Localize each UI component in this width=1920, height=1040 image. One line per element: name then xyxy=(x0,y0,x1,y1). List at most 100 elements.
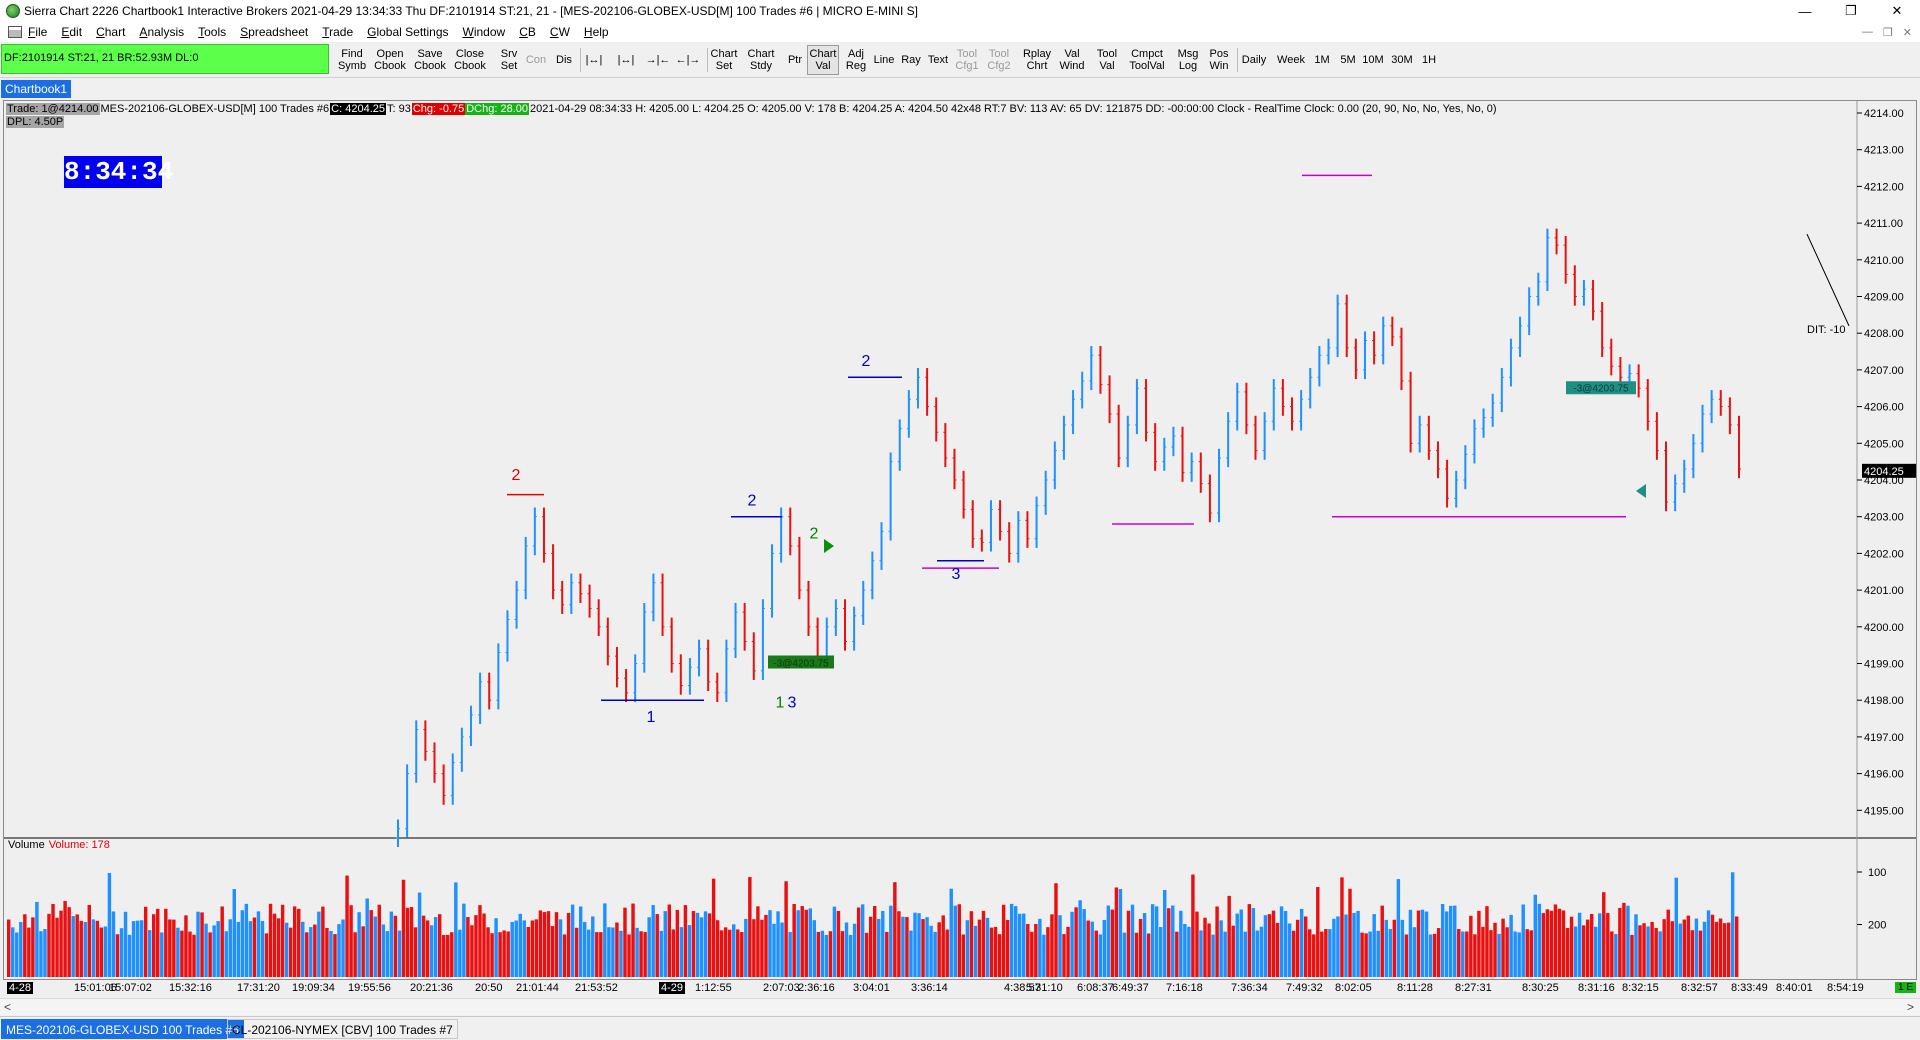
volume-bar xyxy=(941,915,945,977)
price-axis-label: 4196.00 xyxy=(1864,769,1904,781)
volume-bar xyxy=(1340,877,1344,977)
volume-bar xyxy=(232,889,236,977)
volume-bar xyxy=(23,914,27,977)
tool-config2-button[interactable]: Tool Cfg2 xyxy=(985,45,1013,75)
volume-bar xyxy=(828,931,833,977)
menu-cw[interactable]: CW xyxy=(550,25,570,39)
horizontal-scrollbar[interactable]: < > xyxy=(0,998,1920,1015)
close-button[interactable]: ✕ xyxy=(1874,0,1920,22)
volume-value: Volume: 178 xyxy=(48,839,110,851)
weekly-button[interactable]: Week xyxy=(1274,45,1308,75)
volume-bar xyxy=(369,910,373,977)
volume-bar xyxy=(421,915,426,977)
volume-bar xyxy=(868,916,873,977)
compact-tool-values-button[interactable]: Cmpct ToolVal xyxy=(1128,45,1166,75)
volume-bar xyxy=(264,933,269,977)
scale-in-button[interactable]: →|← xyxy=(644,45,672,75)
adjust-region-button[interactable]: Adj Reg xyxy=(843,45,869,75)
chart-tabs: MES-202106-GLOBEX-USD 100 Trades #6 CL-2… xyxy=(0,1016,1920,1040)
message-log-button[interactable]: Msg Log xyxy=(1173,45,1203,75)
disconnect-button[interactable]: Dis xyxy=(552,45,576,75)
5m-button[interactable]: 5M xyxy=(1336,45,1360,75)
pointer-tool-button[interactable]: Ptr xyxy=(785,45,805,75)
tab-mes-chart[interactable]: MES-202106-GLOBEX-USD 100 Trades #6 xyxy=(1,1019,244,1039)
scale-out-button[interactable]: ←|→ xyxy=(674,45,702,75)
menu-chart[interactable]: Chart xyxy=(96,25,125,39)
text-tool-button[interactable]: Text xyxy=(925,45,951,75)
chartbook-tab[interactable]: Chartbook1 xyxy=(1,80,72,98)
chart-settings-button[interactable]: Chart Set xyxy=(708,45,740,75)
menu-tools[interactable]: Tools xyxy=(198,25,226,39)
volume-bar xyxy=(446,934,450,977)
daily-button[interactable]: Daily xyxy=(1238,45,1270,75)
volume-bar xyxy=(15,932,19,977)
volume-bar xyxy=(131,921,136,977)
volume-bar xyxy=(582,921,587,977)
values-window-button[interactable]: Val Wind xyxy=(1057,45,1087,75)
time-axis-date-label: 4-28 xyxy=(7,982,34,994)
save-chartbook-button[interactable]: Save Cbook xyxy=(412,45,448,75)
zoom-extend-button[interactable]: |↔| xyxy=(612,45,640,75)
chart-region[interactable]: 4214.00 4213.00 4212.00 4211.00 4210.00 4209.… xyxy=(3,100,1917,980)
server-settings-button[interactable]: Srv Set xyxy=(496,45,522,75)
volume-bar xyxy=(1110,909,1115,977)
maximize-button[interactable]: ❐ xyxy=(1828,0,1874,22)
close-chartbook-button[interactable]: Close Cbook xyxy=(452,45,488,75)
menu-help[interactable]: Help xyxy=(584,25,609,39)
document-system-menu-icon[interactable] xyxy=(8,26,22,38)
ray-tool-button[interactable]: Ray xyxy=(899,45,923,75)
1m-button[interactable]: 1M xyxy=(1310,45,1334,75)
menu-trade[interactable]: Trade xyxy=(322,25,353,39)
tool-values-button[interactable]: Tool Val xyxy=(1092,45,1122,75)
volume-name: Volume xyxy=(8,839,45,851)
positions-window-button[interactable]: Pos Win xyxy=(1206,45,1232,75)
chart-values-tool-button[interactable]: Chart Val xyxy=(807,45,839,75)
volume-bar xyxy=(1428,934,1433,977)
volume-bar xyxy=(1348,888,1352,977)
volume-bar xyxy=(1602,892,1606,977)
replay-chart-button[interactable]: Rplay Chrt xyxy=(1021,45,1053,75)
chart-canvas[interactable]: 4214.00 4213.00 4212.00 4211.00 4210.00 4209.… xyxy=(4,101,1917,980)
child-minimize-button[interactable]: — xyxy=(1862,26,1873,38)
volume-bar xyxy=(401,879,406,977)
menu-spreadsheet[interactable]: Spreadsheet xyxy=(240,25,308,39)
connect-button[interactable]: Con xyxy=(523,45,549,75)
1h-button[interactable]: 1H xyxy=(1419,45,1439,75)
volume-bar xyxy=(39,931,43,977)
zoom-fit-button[interactable]: |↔| xyxy=(580,45,608,75)
10m-button[interactable]: 10M xyxy=(1360,45,1386,75)
volume-bar xyxy=(1521,904,1525,977)
menu-global-settings[interactable]: Global Settings xyxy=(367,25,448,39)
volume-bar xyxy=(804,909,808,977)
chart-studies-button[interactable]: Chart Stdy xyxy=(745,45,777,75)
open-chartbook-button[interactable]: Open Cbook xyxy=(372,45,408,75)
find-symbol-button[interactable]: Find Symb xyxy=(335,45,369,75)
volume-bar xyxy=(1408,909,1413,977)
volume-bar xyxy=(732,924,736,977)
volume-bar xyxy=(1573,926,1578,977)
minimize-button[interactable]: — xyxy=(1782,0,1828,22)
menu-file[interactable]: File xyxy=(28,25,47,39)
volume-bar xyxy=(1396,879,1401,977)
child-restore-button[interactable]: ❐ xyxy=(1883,26,1893,39)
volume-bar xyxy=(889,905,893,977)
line-tool-button[interactable]: Line xyxy=(871,45,897,75)
child-close-button[interactable]: ✕ xyxy=(1903,26,1912,39)
volume-bar xyxy=(143,906,148,977)
menu-window[interactable]: Window xyxy=(463,25,506,39)
volume-bar xyxy=(1263,915,1268,977)
tool-config1-button[interactable]: Tool Cfg1 xyxy=(953,45,981,75)
volume-bar xyxy=(1646,926,1650,977)
tab-cl-chart[interactable]: CL-202106-NYMEX [CBV] 100 Trades #7 xyxy=(227,1019,458,1039)
volume-bar xyxy=(1581,925,1586,977)
volume-bar xyxy=(1634,914,1638,977)
30m-button[interactable]: 30M xyxy=(1388,45,1416,75)
scroll-right-arrow-icon[interactable]: > xyxy=(1907,1000,1914,1014)
volume-bar xyxy=(180,930,184,977)
scroll-left-arrow-icon[interactable]: < xyxy=(4,1000,11,1014)
menu-cb[interactable]: CB xyxy=(519,25,536,39)
menu-edit[interactable]: Edit xyxy=(61,25,82,39)
volume-bar xyxy=(260,921,265,977)
menu-analysis[interactable]: Analysis xyxy=(139,25,184,39)
volume-bar xyxy=(1453,905,1457,977)
